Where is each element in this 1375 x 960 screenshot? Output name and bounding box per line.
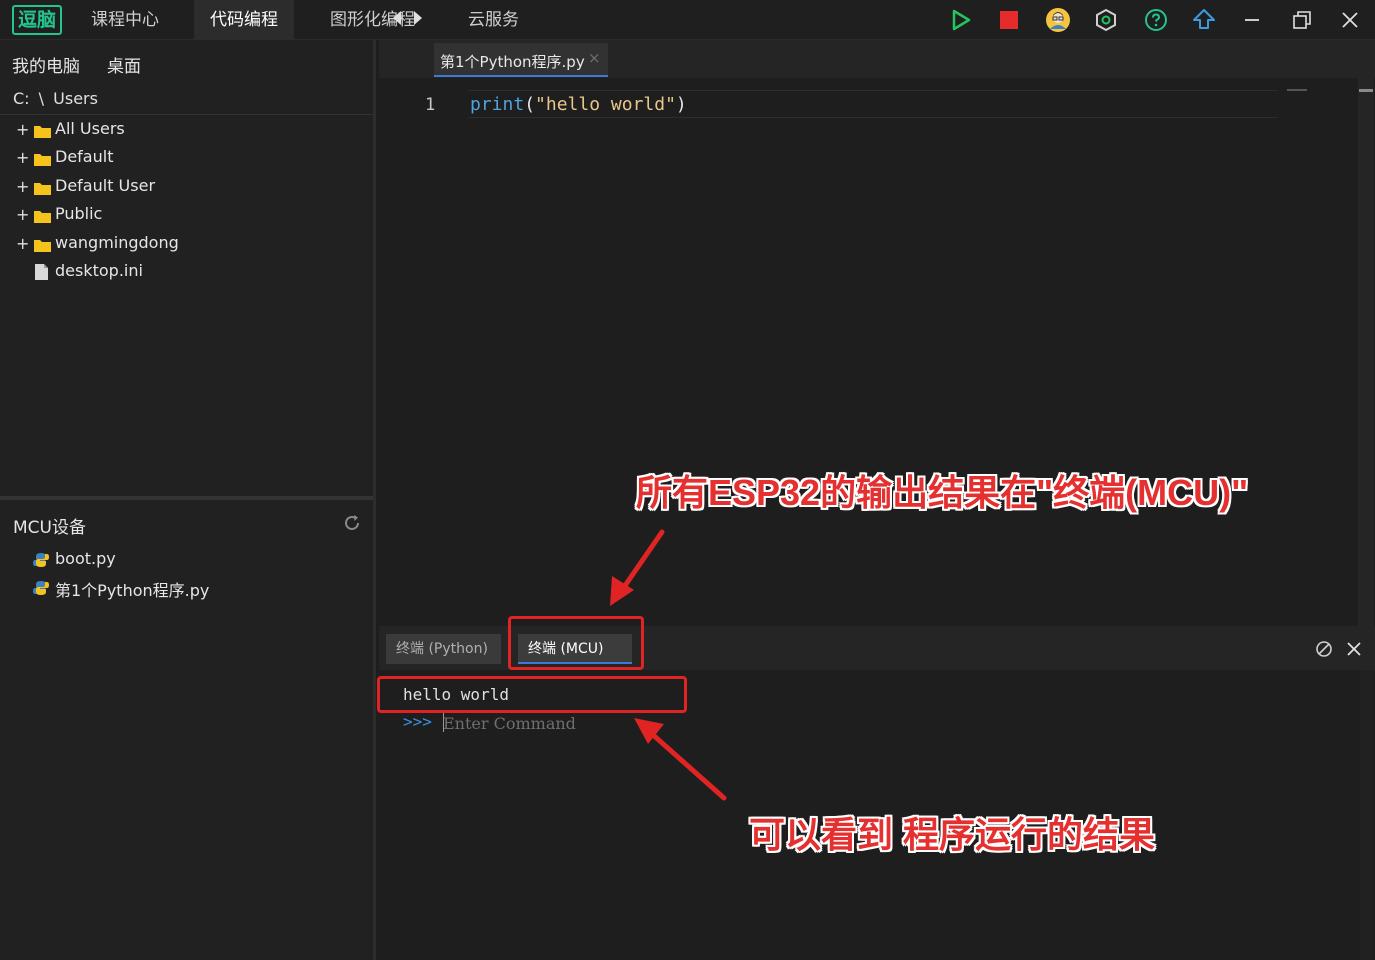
tree-item-label: Public (55, 204, 103, 223)
folder-icon (34, 183, 51, 195)
text-cursor (443, 713, 444, 732)
code-line[interactable]: print("hello world") (470, 94, 687, 115)
mcu-file-label: 第1个Python程序.py (55, 581, 210, 600)
mcu-file-first-program[interactable]: 第1个Python程序.py (0, 576, 373, 602)
expand-icon[interactable]: + (16, 205, 29, 224)
expand-icon[interactable]: + (16, 148, 29, 167)
annotation-box-output (377, 676, 687, 713)
restore-icon (1293, 11, 1311, 29)
tree-item-label: Default User (55, 176, 156, 195)
mcu-refresh-button[interactable] (343, 514, 361, 536)
breadcrumb-folder[interactable]: Users (53, 89, 98, 108)
settings-button[interactable] (1090, 4, 1122, 36)
terminal-scrollbar[interactable] (1360, 670, 1374, 960)
avatar-icon (1046, 8, 1070, 32)
editor-scrollbar-thumb[interactable] (1359, 89, 1373, 92)
tree-item-default-user[interactable]: + Default User (0, 175, 373, 201)
tab-scroll-right-button[interactable] (411, 9, 425, 27)
mcu-file-boot[interactable]: boot.py (0, 548, 373, 574)
path-divider (0, 114, 373, 115)
file-sidebar: 我的电脑 桌面 C: \ Users + All Users + Default… (0, 40, 376, 960)
folder-icon (34, 211, 51, 223)
code-editor[interactable] (379, 78, 1375, 626)
expand-icon[interactable]: + (16, 234, 29, 253)
tree-item-label: Default (55, 147, 114, 166)
app-logo: 逗脑 (12, 5, 62, 35)
code-token-paren: ) (675, 94, 687, 115)
tree-item-desktop-ini[interactable]: desktop.ini (0, 260, 373, 286)
folder-icon (34, 154, 51, 166)
user-avatar-button[interactable] (1042, 4, 1074, 36)
code-token-paren: ( (524, 94, 536, 115)
tree-item-label: wangmingdong (55, 233, 179, 252)
breadcrumb-drive[interactable]: C: (13, 89, 30, 108)
tree-item-default[interactable]: + Default (0, 146, 373, 172)
folder-icon (34, 240, 51, 252)
tree-item-public[interactable]: + Public (0, 203, 373, 229)
mcu-device-title: MCU设备 (13, 518, 86, 538)
tree-item-wangmingdong[interactable]: + wangmingdong (0, 232, 373, 258)
tab-close-icon[interactable]: × (588, 49, 601, 67)
run-button[interactable] (945, 4, 977, 36)
code-token-string: "hello world" (535, 94, 676, 115)
line-number: 1 (425, 95, 436, 115)
refresh-icon (345, 515, 359, 530)
nav-code-programming[interactable]: 代码编程 (194, 0, 294, 40)
upload-icon (1193, 9, 1215, 29)
mcu-file-label: boot.py (55, 549, 116, 568)
expand-icon[interactable]: + (16, 120, 29, 139)
title-bar: 逗脑 课程中心 代码编程 图形化编程 云服务 (0, 0, 1375, 40)
tab-terminal-python[interactable]: 终端 (Python) (386, 634, 501, 664)
stop-icon (1000, 11, 1018, 29)
tab-my-computer[interactable]: 我的电脑 (12, 52, 80, 77)
file-icon (35, 264, 48, 280)
tab-desktop[interactable]: 桌面 (107, 52, 141, 77)
help-button[interactable] (1140, 4, 1172, 36)
nav-course-center[interactable]: 课程中心 (75, 0, 175, 40)
nav-cloud-service[interactable]: 云服务 (452, 0, 535, 40)
tree-item-label: All Users (55, 119, 125, 138)
folder-icon (34, 126, 51, 138)
restore-button[interactable] (1286, 4, 1318, 36)
minimize-button[interactable] (1236, 4, 1268, 36)
breadcrumb-separator: \ (38, 89, 45, 108)
tab-scroll-left-button[interactable] (390, 9, 404, 27)
annotation-text-bottom: 可以看到 程序运行的结果 (749, 814, 1156, 855)
minimize-icon (1245, 19, 1259, 21)
close-terminal-button[interactable] (1346, 641, 1362, 657)
editor-file-tab-label: 第1个Python程序.py (440, 53, 585, 71)
stop-button[interactable] (993, 4, 1025, 36)
terminal-command-input[interactable] (443, 711, 843, 735)
breadcrumb: C: \ Users (13, 89, 98, 108)
minimap[interactable] (1287, 89, 1307, 91)
tree-item-label: desktop.ini (55, 261, 143, 280)
help-icon (1145, 9, 1167, 31)
terminal-prompt: >>> (403, 712, 432, 731)
expand-icon[interactable]: + (16, 177, 29, 196)
upload-button[interactable] (1188, 4, 1220, 36)
close-icon (1342, 12, 1358, 28)
settings-hex-icon (1096, 8, 1116, 32)
code-token-function: print (470, 94, 525, 115)
annotation-text-top: 所有ESP32的输出结果在"终端(MCU)" (636, 472, 1249, 513)
close-window-button[interactable] (1334, 4, 1366, 36)
editor-file-tab[interactable]: 第1个Python程序.py × (434, 43, 608, 77)
editor-scrollbar[interactable] (1358, 78, 1374, 626)
run-icon (952, 9, 971, 31)
clear-terminal-button[interactable] (1315, 640, 1333, 658)
sidebar-splitter[interactable] (0, 496, 373, 500)
python-icon (33, 581, 49, 595)
tree-item-all-users[interactable]: + All Users (0, 118, 373, 144)
annotation-box-mcu-tab (508, 616, 644, 670)
python-icon (33, 553, 49, 567)
